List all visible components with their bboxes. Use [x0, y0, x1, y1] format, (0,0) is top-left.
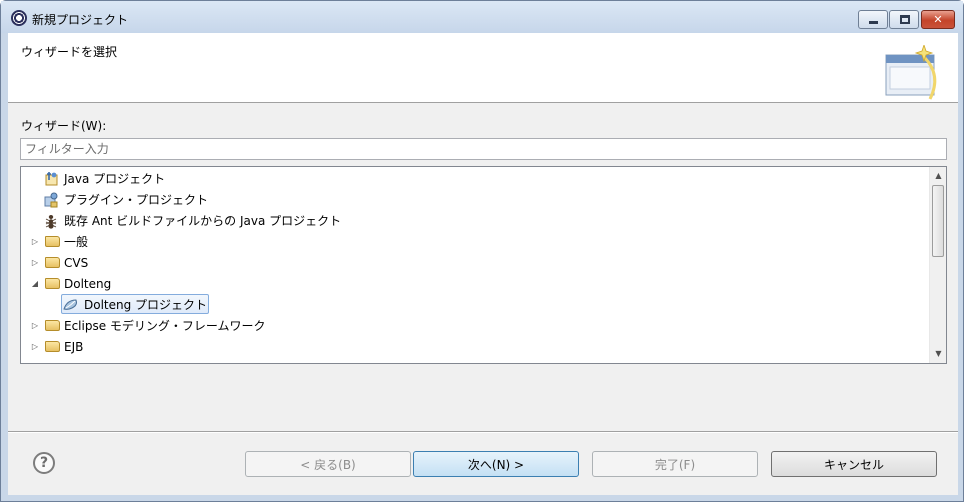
- tree-item-ejb[interactable]: ▷ EJB: [21, 337, 921, 357]
- scroll-up-icon[interactable]: ▲: [930, 167, 946, 184]
- cancel-button[interactable]: キャンセル: [771, 451, 937, 477]
- maximize-button[interactable]: [889, 10, 919, 29]
- tree-item-label: 既存 Ant ビルドファイルからの Java プロジェクト: [64, 214, 342, 228]
- finish-button[interactable]: 完了(F): [592, 451, 758, 477]
- tree-vertical-scrollbar[interactable]: ▲ ▼: [929, 167, 946, 363]
- tree-item-plugin-project[interactable]: プラグイン・プロジェクト: [21, 190, 921, 210]
- tree-item-label: Java プロジェクト: [64, 172, 166, 186]
- tree-item-java-project[interactable]: Java プロジェクト: [21, 169, 921, 189]
- next-button[interactable]: 次へ(N) >: [413, 451, 579, 477]
- close-button[interactable]: ✕: [921, 10, 955, 29]
- expand-arrow-icon[interactable]: ▷: [30, 232, 40, 252]
- wizard-banner: ウィザードを選択: [8, 33, 958, 103]
- banner-title: ウィザードを選択: [21, 45, 118, 59]
- dolteng-project-icon: [63, 299, 77, 310]
- expand-arrow-icon[interactable]: ▷: [30, 253, 40, 273]
- back-button[interactable]: < 戻る(B): [245, 451, 411, 477]
- folder-icon: [45, 320, 60, 331]
- tree-item-general[interactable]: ▷ 一般: [21, 232, 921, 252]
- tree-item-ant-java-project[interactable]: 既存 Ant ビルドファイルからの Java プロジェクト: [21, 211, 921, 231]
- tree-item-label: Dolteng: [64, 277, 112, 291]
- folder-icon: [45, 257, 60, 268]
- expand-arrow-icon[interactable]: ▷: [30, 337, 40, 357]
- tree-item-eclipse-modeling-framework[interactable]: ▷ Eclipse モデリング・フレームワーク: [21, 316, 921, 336]
- wizard-banner-icon: [885, 45, 937, 100]
- tree-item-cvs[interactable]: ▷ CVS: [21, 253, 921, 273]
- title-bar[interactable]: 新規プロジェクト ✕: [1, 1, 963, 33]
- tree-item-label: Eclipse モデリング・フレームワーク: [64, 319, 266, 333]
- folder-icon: [45, 278, 60, 289]
- scrollbar-thumb[interactable]: [932, 185, 944, 257]
- tree-item-dolteng[interactable]: ◢ Dolteng: [21, 274, 921, 294]
- tree-item-label: Dolteng プロジェクト: [84, 298, 208, 312]
- dialog-client-area: ウィザードを選択 ウィザード(W): Java プロジェクト: [8, 33, 958, 495]
- folder-icon: [45, 236, 60, 247]
- maximize-icon: [900, 15, 910, 24]
- plugin-project-icon: [44, 192, 58, 208]
- wizard-tree[interactable]: Java プロジェクト プラグイン・プロジェクト 既存 Ant ビルドファイルか…: [20, 166, 947, 364]
- tree-item-label: CVS: [64, 256, 89, 270]
- tree-item-label: 一般: [64, 235, 89, 249]
- folder-icon: [45, 341, 60, 352]
- wizard-list-label: ウィザード(W):: [21, 119, 107, 133]
- tree-item-label: EJB: [64, 340, 84, 354]
- new-project-dialog: 新規プロジェクト ✕ ウィザードを選択 ウィザード(W): フィルター入力 Ja…: [0, 0, 964, 502]
- tree-item-dolteng-project[interactable]: Dolteng プロジェクト: [21, 295, 921, 315]
- eclipse-app-icon: [11, 10, 27, 26]
- button-bar-divider: [8, 431, 958, 433]
- minimize-button[interactable]: [858, 10, 888, 29]
- wizard-filter-input[interactable]: [20, 138, 947, 160]
- ant-icon: [45, 215, 57, 229]
- help-icon[interactable]: ?: [33, 452, 55, 474]
- window-title: 新規プロジェクト: [32, 13, 129, 27]
- collapse-arrow-icon[interactable]: ◢: [30, 274, 40, 294]
- tree-item-label: プラグイン・プロジェクト: [64, 193, 209, 207]
- scroll-down-icon[interactable]: ▼: [930, 345, 946, 362]
- java-project-icon: [45, 172, 58, 186]
- minimize-icon: [869, 21, 878, 24]
- close-icon: ✕: [933, 13, 943, 26]
- expand-arrow-icon[interactable]: ▷: [30, 316, 40, 336]
